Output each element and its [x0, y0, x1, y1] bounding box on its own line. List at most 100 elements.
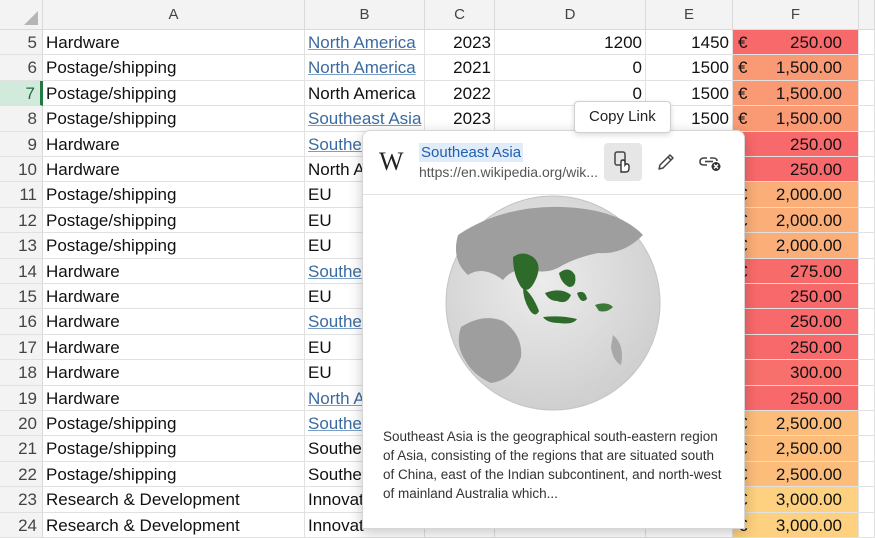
cell-year[interactable]: 2023 — [425, 106, 495, 132]
cell-amount[interactable]: 250.00 — [733, 157, 859, 183]
remove-link-button[interactable] — [691, 143, 729, 181]
cell-empty[interactable] — [859, 284, 875, 310]
row-number[interactable]: 7 — [0, 80, 43, 107]
cell-empty[interactable] — [859, 157, 875, 183]
cell-amount[interactable]: €1,500.00 — [733, 106, 859, 132]
cell-amount[interactable]: €2,000.00 — [733, 207, 859, 234]
cell-category[interactable]: Hardware — [43, 360, 305, 386]
row-number[interactable]: 14 — [0, 258, 43, 284]
link-title[interactable]: Southeast Asia — [419, 143, 524, 162]
cell-amount[interactable]: 300.00 — [733, 360, 859, 386]
row-number[interactable]: 23 — [0, 487, 43, 513]
cell-amount[interactable]: 250.00 — [733, 131, 859, 157]
row-number[interactable]: 11 — [0, 182, 43, 208]
cell-category[interactable]: Postage/shipping — [43, 182, 305, 208]
row-number[interactable]: 21 — [0, 436, 43, 462]
column-header-d[interactable]: D — [495, 0, 646, 30]
column-header-e[interactable]: E — [646, 0, 733, 30]
cell-empty[interactable] — [859, 131, 875, 157]
cell-category[interactable]: Postage/shipping — [43, 411, 305, 437]
row-number[interactable]: 8 — [0, 106, 43, 132]
row-number[interactable]: 19 — [0, 385, 43, 411]
row-number[interactable]: 10 — [0, 157, 43, 183]
row-number[interactable]: 13 — [0, 233, 43, 259]
cell-region[interactable]: North America — [305, 80, 425, 107]
cell-category[interactable]: Hardware — [43, 157, 305, 183]
column-header-c[interactable]: C — [425, 0, 495, 30]
cell-category[interactable]: Postage/shipping — [43, 461, 305, 488]
cell-region[interactable]: North America — [305, 30, 425, 56]
column-header-f[interactable]: F — [733, 0, 859, 30]
cell-empty[interactable] — [859, 233, 875, 259]
cell-category[interactable]: Postage/shipping — [43, 436, 305, 462]
cell-region[interactable]: North America — [305, 55, 425, 81]
cell-category[interactable]: Postage/shipping — [43, 80, 305, 107]
cell-amount[interactable]: 250.00 — [733, 334, 859, 361]
cell-category[interactable]: Hardware — [43, 334, 305, 361]
cell-amount[interactable]: €1,500.00 — [733, 80, 859, 107]
select-all-corner[interactable] — [0, 0, 43, 30]
row-number[interactable]: 12 — [0, 207, 43, 234]
cell-value-d[interactable]: 1200 — [495, 30, 646, 56]
cell-category[interactable]: Hardware — [43, 385, 305, 411]
cell-amount[interactable]: 250.00 — [733, 385, 859, 411]
column-header-b[interactable]: B — [305, 0, 425, 30]
cell-category[interactable]: Postage/shipping — [43, 207, 305, 234]
cell-empty[interactable] — [859, 182, 875, 208]
cell-amount[interactable]: €2,000.00 — [733, 182, 859, 208]
cell-value-e[interactable]: 1500 — [646, 55, 733, 81]
row-number[interactable]: 15 — [0, 284, 43, 310]
cell-amount[interactable]: €2,500.00 — [733, 436, 859, 462]
row-number[interactable]: 6 — [0, 55, 43, 81]
row-number[interactable]: 20 — [0, 411, 43, 437]
cell-empty[interactable] — [859, 436, 875, 462]
cell-category[interactable]: Hardware — [43, 30, 305, 56]
edit-link-button[interactable] — [647, 143, 685, 181]
cell-year[interactable]: 2021 — [425, 55, 495, 81]
cell-value-e[interactable]: 1450 — [646, 30, 733, 56]
cell-category[interactable]: Postage/shipping — [43, 233, 305, 259]
column-header-g[interactable] — [859, 0, 875, 30]
row-number[interactable]: 24 — [0, 512, 43, 538]
cell-empty[interactable] — [859, 309, 875, 335]
cell-year[interactable]: 2022 — [425, 80, 495, 107]
cell-amount[interactable]: €275.00 — [733, 258, 859, 284]
cell-amount[interactable]: €2,500.00 — [733, 461, 859, 488]
cell-amount[interactable]: €3,000.00 — [733, 512, 859, 538]
cell-category[interactable]: Postage/shipping — [43, 55, 305, 81]
cell-amount[interactable]: €250.00 — [733, 30, 859, 56]
cell-empty[interactable] — [859, 106, 875, 132]
cell-amount[interactable]: €1,500.00 — [733, 55, 859, 81]
cell-empty[interactable] — [859, 411, 875, 437]
cell-empty[interactable] — [859, 461, 875, 488]
cell-category[interactable]: Hardware — [43, 309, 305, 335]
cell-empty[interactable] — [859, 385, 875, 411]
row-number[interactable]: 5 — [0, 30, 43, 56]
cell-category[interactable]: Research & Development — [43, 487, 305, 513]
cell-category[interactable]: Postage/shipping — [43, 106, 305, 132]
cell-category[interactable]: Hardware — [43, 284, 305, 310]
row-number[interactable]: 22 — [0, 461, 43, 488]
cell-empty[interactable] — [859, 30, 875, 56]
cell-empty[interactable] — [859, 258, 875, 284]
cell-value-d[interactable]: 0 — [495, 55, 646, 81]
row-number[interactable]: 17 — [0, 334, 43, 361]
cell-category[interactable]: Hardware — [43, 131, 305, 157]
row-number[interactable]: 9 — [0, 131, 43, 157]
row-number[interactable]: 16 — [0, 309, 43, 335]
cell-empty[interactable] — [859, 207, 875, 234]
cell-empty[interactable] — [859, 80, 875, 107]
copy-link-button[interactable] — [604, 143, 642, 181]
cell-year[interactable]: 2023 — [425, 30, 495, 56]
row-number[interactable]: 18 — [0, 360, 43, 386]
cell-category[interactable]: Hardware — [43, 258, 305, 284]
cell-empty[interactable] — [859, 487, 875, 513]
cell-region[interactable]: Southeast Asia — [305, 106, 425, 132]
column-header-a[interactable]: A — [43, 0, 305, 30]
cell-amount[interactable]: €3,000.00 — [733, 487, 859, 513]
cell-amount[interactable]: €2,000.00 — [733, 233, 859, 259]
cell-empty[interactable] — [859, 512, 875, 538]
cell-category[interactable]: Research & Development — [43, 512, 305, 538]
cell-amount[interactable]: 250.00 — [733, 284, 859, 310]
cell-empty[interactable] — [859, 334, 875, 361]
